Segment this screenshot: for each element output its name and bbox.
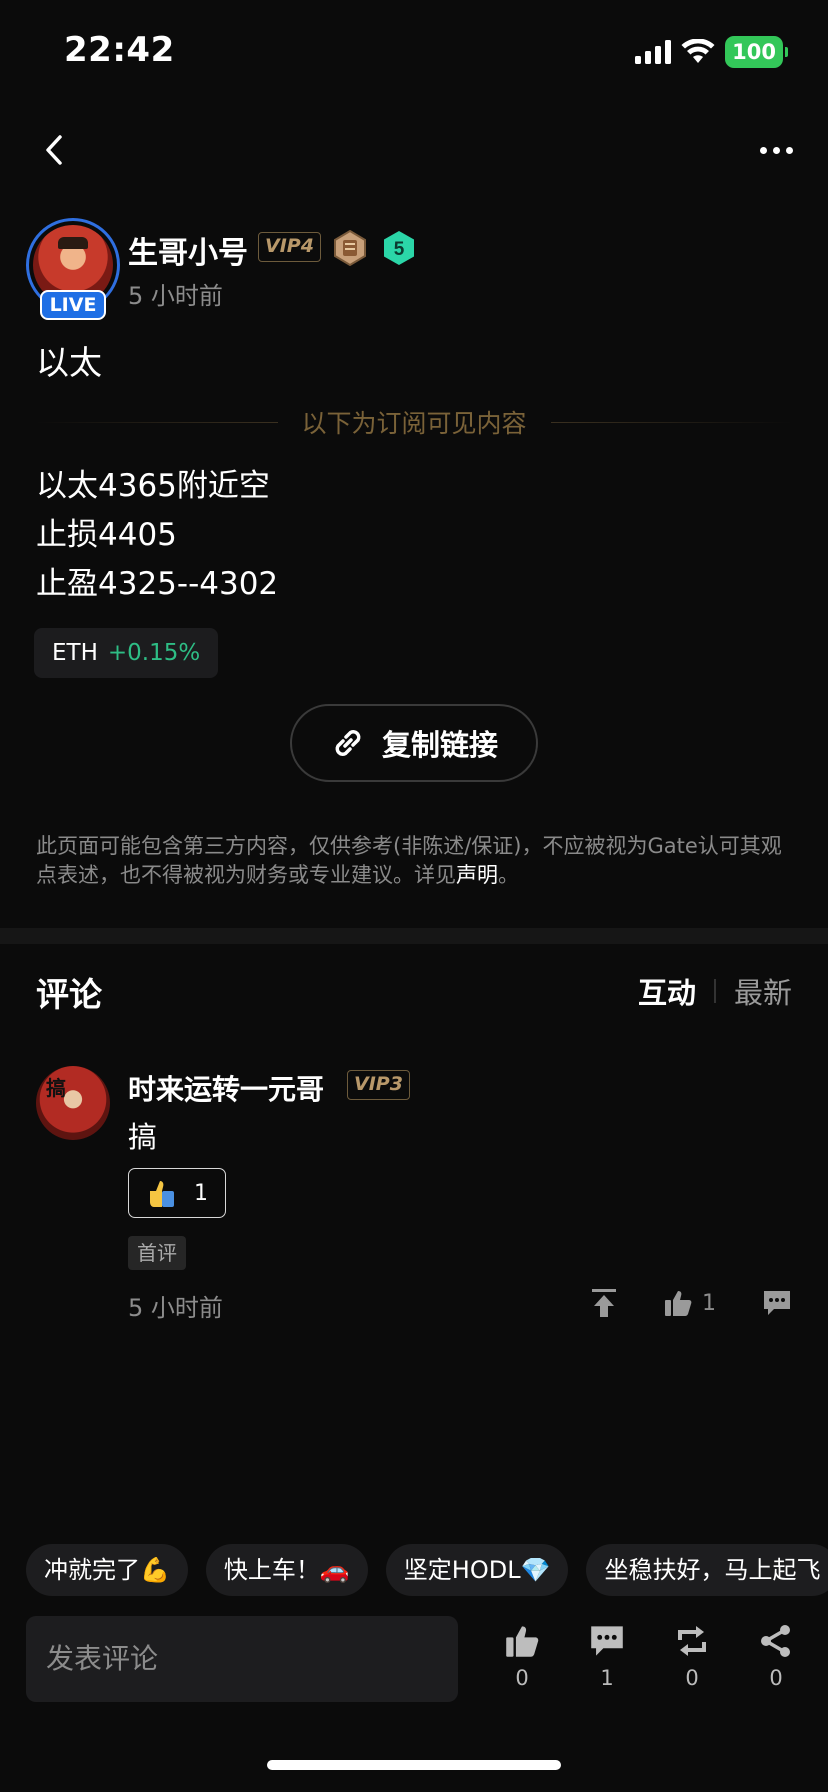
- status-bar: 22:42 100: [0, 0, 828, 104]
- nav-bar: [0, 110, 828, 190]
- divider-line: [36, 421, 278, 423]
- comment-like-count: 1: [702, 1290, 716, 1316]
- back-button[interactable]: [30, 126, 78, 174]
- commenter-avatar[interactable]: [36, 1066, 110, 1140]
- sort-tab-latest[interactable]: 最新: [734, 970, 792, 1012]
- commenter-name[interactable]: 时来运转一元哥: [128, 1068, 324, 1108]
- section-divider: [0, 928, 828, 944]
- pin-top-icon: [592, 1289, 616, 1317]
- comments-header: 评论 互动 最新: [36, 968, 792, 1016]
- copy-link-label: 复制链接: [381, 728, 498, 762]
- quick-reply-chip[interactable]: 冲就完了💪: [26, 1544, 188, 1596]
- chat-bubble-icon: [764, 1291, 790, 1315]
- repost-button[interactable]: 0: [662, 1624, 722, 1690]
- reaction-chip[interactable]: 1: [128, 1168, 226, 1218]
- sort-tabs: 互动 最新: [638, 970, 792, 1012]
- battery-indicator: 100: [725, 36, 783, 68]
- disclaimer-link[interactable]: 声明: [456, 863, 498, 887]
- quick-reply-chip[interactable]: 坐稳扶好，马上起飞: [586, 1544, 828, 1596]
- disclaimer-end: 。: [498, 863, 519, 887]
- vip-badge: VIP4: [258, 232, 321, 262]
- status-time: 22:42: [64, 30, 175, 70]
- divider-line: [550, 421, 793, 423]
- level-icon: 5: [384, 231, 414, 265]
- pin-to-top-button[interactable]: [590, 1288, 618, 1318]
- more-dot-icon: [759, 146, 767, 154]
- vip-badge: VIP3: [347, 1070, 410, 1100]
- bottom-bar: 发表评论 0 1 0 0: [0, 1614, 828, 1704]
- comments-title: 评论: [36, 975, 102, 1014]
- signal-icon: [635, 40, 672, 64]
- comment-text: 搞: [128, 1120, 158, 1154]
- comment-count: 1: [600, 1666, 614, 1690]
- thumbs-up-icon: [506, 1626, 539, 1657]
- more-dot-icon: [785, 146, 793, 154]
- quick-replies: 冲就完了💪 快上车！🚗 坚定HODL💎 坐稳扶好，马上起飞: [26, 1544, 828, 1596]
- post-time: 5 小时前: [128, 282, 223, 310]
- medal-icon: [334, 230, 366, 266]
- comments-button[interactable]: 1: [577, 1624, 637, 1690]
- quick-reply-chip[interactable]: 快上车！🚗: [205, 1544, 368, 1596]
- share-button[interactable]: 0: [746, 1624, 806, 1690]
- comment-reply-button[interactable]: [762, 1289, 792, 1317]
- post-body: 以太4365附近空 止损4405 止盈4325--4302: [36, 462, 278, 609]
- disclaimer-text: 此页面可能包含第三方内容，仅供参考(非陈述/保证)，不应被视为Gate认可其观点…: [36, 834, 782, 887]
- reaction-count: 1: [194, 1180, 208, 1206]
- author-header: LIVE 生哥小号 VIP4 5 5 小时前: [26, 218, 806, 320]
- author-name[interactable]: 生哥小号: [128, 228, 248, 272]
- subscription-divider-text: 以下为订阅可见内容: [301, 409, 527, 438]
- sort-separator: [713, 979, 716, 1003]
- status-icons: 100: [635, 36, 788, 68]
- comment-item: 时来运转一元哥 VIP3 搞 1 首评 5 小时前 1: [36, 1066, 792, 1326]
- chat-bubble-icon: [591, 1626, 623, 1656]
- comment-input[interactable]: 发表评论: [26, 1616, 458, 1702]
- more-button[interactable]: [746, 126, 806, 174]
- post-line: 以太4365附近空: [36, 468, 270, 504]
- ticker-chip[interactable]: ETH +0.15%: [34, 628, 219, 678]
- home-indicator: [267, 1760, 561, 1770]
- repost-icon: [678, 1626, 706, 1656]
- quick-reply-chip[interactable]: 坚定HODL💎: [385, 1544, 569, 1596]
- copy-link-button[interactable]: 复制链接: [290, 704, 538, 782]
- like-button[interactable]: 0: [492, 1624, 552, 1690]
- comment-actions: 1: [590, 1288, 792, 1318]
- comment-time: 5 小时前: [128, 1294, 223, 1322]
- more-dot-icon: [772, 146, 780, 154]
- first-comment-tag: 首评: [128, 1236, 186, 1270]
- post-title: 以太: [36, 343, 102, 382]
- share-icon: [761, 1625, 790, 1657]
- thumbs-up-emoji-icon: [150, 1181, 174, 1207]
- link-icon: [335, 730, 361, 756]
- post-line: 止盈4325--4302: [36, 566, 279, 602]
- share-count: 0: [769, 1666, 783, 1690]
- wifi-icon: [681, 39, 715, 63]
- ticker-change: +0.15%: [107, 640, 201, 666]
- chevron-left-icon: [46, 135, 62, 165]
- post-line: 止损4405: [36, 517, 177, 553]
- disclaimer: 此页面可能包含第三方内容，仅供参考(非陈述/保证)，不应被视为Gate认可其观点…: [36, 832, 796, 890]
- thumbs-up-icon: [665, 1291, 692, 1316]
- sort-tab-interactive[interactable]: 互动: [638, 970, 696, 1012]
- subscription-divider: 以下为订阅可见内容: [36, 404, 793, 440]
- repost-count: 0: [685, 1666, 699, 1690]
- live-badge[interactable]: LIVE: [40, 290, 106, 320]
- level-number: 5: [394, 239, 405, 260]
- battery-tip: [785, 47, 788, 57]
- ticker-symbol: ETH: [52, 640, 98, 666]
- like-count: 0: [515, 1666, 529, 1690]
- comment-like-button[interactable]: 1: [664, 1289, 716, 1317]
